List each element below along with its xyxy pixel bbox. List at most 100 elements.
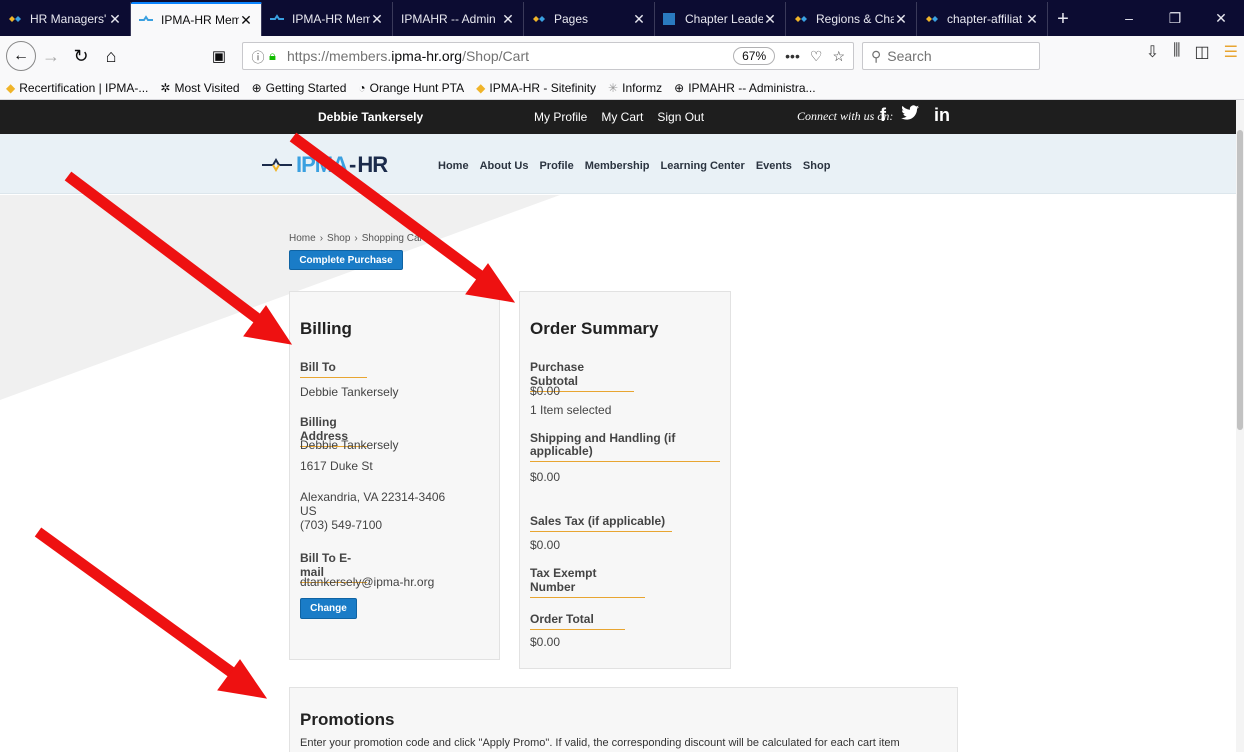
user-name: Debbie Tankersely [318,110,424,124]
bookmark-label: Informz [622,80,663,95]
nav-membership[interactable]: Membership [585,160,650,172]
bookmark-label: Orange Hunt PTA [369,80,465,95]
search-placeholder: Search [887,48,932,64]
nav-about-us[interactable]: About Us [480,160,529,172]
shipping-label-line1: Shipping and Handling (if [530,431,676,445]
bookmark-label: Most Visited [174,80,240,95]
order-summary-heading: Order Summary [530,319,659,338]
bookmark-star-icon[interactable]: ☆ [832,48,845,65]
ipma-favicon-icon [139,14,155,26]
nav-shop[interactable]: Shop [803,160,831,172]
page-actions: ••• ♡ ☆ [785,48,845,65]
library-shelf-icon[interactable]: ⫼ [1173,42,1180,62]
sign-out-link[interactable]: Sign Out [657,110,704,124]
complete-purchase-button[interactable]: Complete Purchase [289,250,403,270]
globe-icon: ⊕ [251,80,262,95]
bookmark-label: IPMA-HR - Sitefinity [489,80,597,95]
ipma-hr-logo[interactable]: IPMA - HR [262,152,388,178]
close-tab-icon[interactable]: ✕ [501,11,515,28]
browser-tab[interactable]: chapter-affiliat ✕ [917,2,1048,36]
promotions-instructions: Enter your promotion code and click "App… [300,737,900,749]
order-summary-panel: Order Summary Purchase Subtotal $0.00 1 … [519,291,731,669]
library-icon[interactable]: ▣ [204,41,234,71]
address-bar[interactable]: ⓘ 🔒︎ https://members.ipma-hr.org/Shop/Ca… [242,42,854,70]
logo-dash: - [349,152,356,177]
tab-title: Pages [554,12,589,26]
browser-tab[interactable]: IPMA-HR Mem ✕ [262,2,393,36]
minimize-icon[interactable]: – [1106,0,1152,36]
facebook-icon[interactable]: f [880,105,886,126]
page-actions-menu-icon[interactable]: ••• [785,48,800,65]
site-info-icon[interactable]: ⓘ [247,47,269,66]
sharepoint-favicon-icon [663,13,679,25]
logo-mark-icon [262,158,292,172]
my-cart-link[interactable]: My Cart [601,110,643,124]
nav-home[interactable]: Home [438,160,469,172]
tab-title: IPMA-HR Mem [161,13,239,27]
home-button[interactable]: ⌂ [96,41,126,71]
bookmark-item[interactable]: ◆ IPMA-HR - Sitefinity [476,81,596,95]
search-input[interactable]: ⚲ Search [862,42,1040,70]
ipma-favicon-icon [794,13,810,25]
page-scrollbar[interactable] [1236,100,1244,752]
logo-prefix: IPMA [296,152,348,177]
close-tab-icon[interactable]: ✕ [1025,11,1039,28]
logo-text: HR [357,152,388,177]
bookmark-item[interactable]: ◔ Orange Hunt PTA [358,81,464,95]
nav-learning-center[interactable]: Learning Center [660,160,744,172]
nav-profile[interactable]: Profile [539,160,573,172]
zoom-indicator[interactable]: 67% [733,47,776,65]
breadcrumb-separator: › [319,233,324,244]
bookmark-item[interactable]: ✳ Informz [608,81,662,95]
shipping-value: $0.00 [530,470,561,484]
my-profile-link[interactable]: My Profile [534,110,587,124]
restore-icon[interactable]: ❐ [1152,0,1198,36]
browser-tab[interactable]: Chapter Leade ✕ [655,2,786,36]
nav-events[interactable]: Events [756,160,792,172]
forward-button[interactable]: → [36,41,66,71]
url-text: https://members.ipma-hr.org/Shop/Cart [287,48,733,64]
address-phone: (703) 549-7100 [300,518,383,532]
ipma-favicon-icon: ◆ [476,80,486,95]
scrollbar-thumb[interactable] [1237,130,1243,430]
gear-icon: ✲ [160,80,171,95]
back-button[interactable]: ← [6,41,36,71]
browser-tab[interactable]: Pages ✕ [524,2,655,36]
bookmark-item[interactable]: ✲ Most Visited [160,81,239,95]
url-prefix: https://members. [287,48,392,64]
sidebar-icon[interactable]: ◫ [1195,42,1210,62]
sales-tax-value: $0.00 [530,538,561,552]
toolbar-right: ⇩ ⫼ ◫ ☰ [1146,42,1238,62]
close-tab-icon[interactable]: ✕ [763,11,777,28]
change-billing-button[interactable]: Change [300,598,357,619]
bookmark-item[interactable]: ⊕ IPMAHR -- Administra... [674,81,815,95]
bill-to-email: dtankersely@ipma-hr.org [300,575,435,589]
bill-to-label: Bill To [300,360,367,378]
bookmark-item[interactable]: ◆ Recertification | IPMA-... [6,81,148,95]
close-tab-icon[interactable]: ✕ [239,12,253,29]
new-tab-button[interactable]: + [1048,2,1078,36]
close-tab-icon[interactable]: ✕ [894,11,908,28]
close-tab-icon[interactable]: ✕ [108,11,122,28]
bookmark-item[interactable]: ⊕ Getting Started [252,81,347,95]
close-tab-icon[interactable]: ✕ [370,11,384,28]
browser-tab-active[interactable]: IPMA-HR Mem ✕ [131,2,262,36]
breadcrumb-shop[interactable]: Shop [327,233,350,244]
pocket-icon[interactable]: ♡ [810,48,823,65]
browser-tab[interactable]: IPMAHR -- Admin ✕ [393,2,524,36]
twitter-icon[interactable] [900,105,920,126]
globe-icon: ⊕ [674,80,685,95]
browser-tab[interactable]: HR Managers' N✕ [0,2,131,36]
tab-title: IPMAHR -- Admin [401,12,496,26]
close-tab-icon[interactable]: ✕ [632,11,646,28]
linkedin-icon[interactable]: in [934,105,950,126]
close-window-icon[interactable]: ✕ [1198,0,1244,36]
breadcrumb-home[interactable]: Home [289,233,316,244]
site-header: IPMA - HR Home About Us Profile Membership… [0,134,1244,194]
main-nav: Home About Us Profile Membership Learnin… [438,160,830,172]
order-total-label: Order Total [530,612,625,630]
menu-icon[interactable]: ☰ [1224,42,1238,62]
browser-tab[interactable]: Regions & Cha ✕ [786,2,917,36]
downloads-icon[interactable]: ⇩ [1146,42,1159,62]
reload-button[interactable]: ↻ [66,41,96,71]
